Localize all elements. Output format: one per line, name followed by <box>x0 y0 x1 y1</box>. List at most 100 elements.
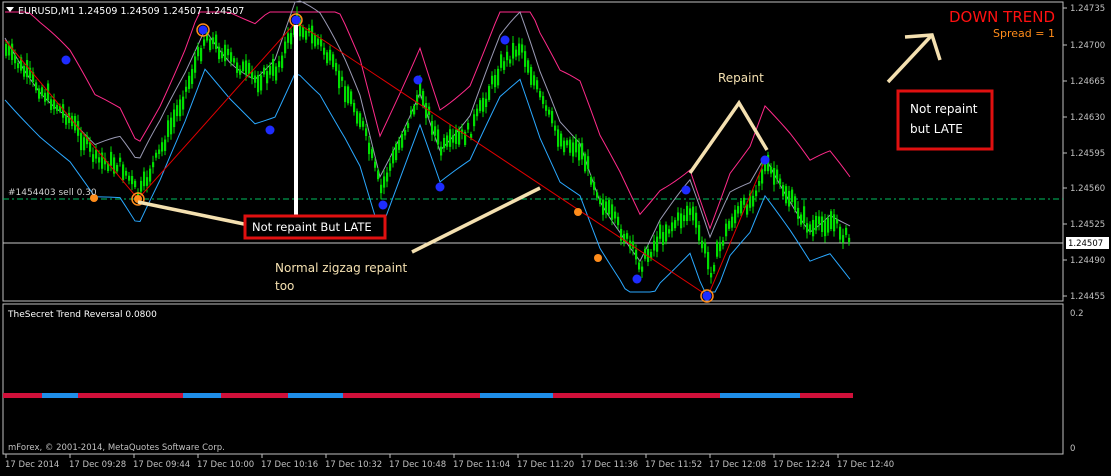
candle-body <box>179 99 182 117</box>
candle-body <box>551 111 554 124</box>
symbol-header: EURUSD,M1 1.24509 1.24509 1.24507 1.2450… <box>18 6 244 17</box>
indicator-title: TheSecret Trend Reversal 0.0800 <box>7 310 157 320</box>
candle-body <box>437 129 440 145</box>
candle-body <box>92 154 95 162</box>
candle-body <box>653 240 656 251</box>
reversal-segment <box>800 393 853 398</box>
candle-body <box>491 75 494 85</box>
candle-body <box>122 164 125 181</box>
candle-body <box>791 189 794 203</box>
candle-body <box>200 48 203 62</box>
candle-body <box>5 43 8 56</box>
annotation-box-right <box>896 89 994 151</box>
candle-body <box>476 108 479 117</box>
candle-body <box>356 111 359 124</box>
candle-body <box>776 169 779 180</box>
candle-body <box>785 186 788 204</box>
candle-body <box>167 120 170 137</box>
price-tick-label: 1.24665 <box>1070 77 1105 87</box>
blue-signal-dot <box>435 182 445 192</box>
candle-body <box>617 216 620 226</box>
time-tick-label: 17 Dec 2014 <box>5 460 59 470</box>
indicator-panel[interactable] <box>2 303 1064 455</box>
candle-body <box>335 62 338 72</box>
candle-body <box>380 184 383 194</box>
candle-body <box>725 223 728 237</box>
candle-body <box>503 61 506 70</box>
candle-body <box>149 168 152 182</box>
candle-body <box>95 149 98 159</box>
candle-body <box>467 122 470 130</box>
candle-body <box>311 25 314 44</box>
candle-body <box>302 27 305 38</box>
candle-body <box>689 208 692 215</box>
candle-body <box>23 65 26 77</box>
candle-body <box>719 243 722 252</box>
candle-body <box>353 102 356 113</box>
candle-body <box>227 48 230 56</box>
candle-body <box>572 142 575 157</box>
candle-body <box>434 126 437 136</box>
candle-body <box>692 206 695 221</box>
candle-body <box>848 237 851 243</box>
candle-body <box>170 117 173 135</box>
time-tick-label: 17 Dec 11:20 <box>517 460 574 470</box>
candle-body <box>269 65 272 75</box>
candle-body <box>359 113 362 128</box>
blue-signal-dot <box>681 185 691 195</box>
annotation-not-repaint-late: Not repaint But LATE <box>252 220 372 234</box>
candle-body <box>344 86 347 103</box>
candle-body <box>614 211 617 219</box>
candle-body <box>218 46 221 60</box>
candle-body <box>245 60 248 75</box>
candle-body <box>221 51 224 59</box>
candle-body <box>830 211 833 230</box>
reversal-segment <box>480 393 488 398</box>
candle-body <box>680 213 683 229</box>
candle-body <box>272 58 275 76</box>
candle-body <box>284 41 287 54</box>
candle-body <box>809 224 812 232</box>
candle-body <box>98 157 101 163</box>
candle-body <box>548 109 551 115</box>
time-tick-label: 17 Dec 10:16 <box>261 460 318 470</box>
candle-body <box>746 204 749 215</box>
candle-body <box>752 195 755 207</box>
candle-body <box>674 220 677 229</box>
candle-body <box>119 157 122 162</box>
bid-price-tag: 1.24507 <box>1068 239 1103 249</box>
candle-body <box>143 171 146 187</box>
candle-body <box>242 61 245 72</box>
candle-body <box>695 212 698 228</box>
candle-body <box>497 68 500 86</box>
candle-body <box>14 55 17 64</box>
candle-body <box>125 170 128 176</box>
candle-body <box>407 123 410 129</box>
blue-signal-dot <box>632 274 642 284</box>
candle-body <box>530 67 533 85</box>
candle-body <box>578 143 581 161</box>
candle-body <box>176 105 179 117</box>
candle-body <box>332 54 335 67</box>
candle-body <box>131 176 134 185</box>
candle-body <box>506 51 509 61</box>
candle-body <box>539 90 542 98</box>
candle-body <box>836 219 839 224</box>
mt4-chart-window[interactable]: EURUSD,M1 1.24509 1.24509 1.24507 1.2450… <box>0 0 1111 472</box>
time-tick-label: 17 Dec 09:28 <box>69 460 126 470</box>
candle-body <box>566 140 569 146</box>
candle-body <box>239 69 242 75</box>
candle-body <box>290 32 293 45</box>
candle-body <box>638 262 641 270</box>
candle-body <box>500 54 503 68</box>
candle-body <box>329 49 332 61</box>
orange-signal-dot <box>574 208 582 216</box>
order-label: #1454403 sell 0.30 <box>8 188 97 198</box>
candle-body <box>443 137 446 149</box>
candle-body <box>737 206 740 214</box>
candle-body <box>626 233 629 239</box>
candle-body <box>782 185 785 197</box>
candle-body <box>401 134 404 148</box>
copyright-text: mForex, © 2001-2014, MetaQuotes Software… <box>8 443 225 453</box>
candle-body <box>341 76 344 81</box>
